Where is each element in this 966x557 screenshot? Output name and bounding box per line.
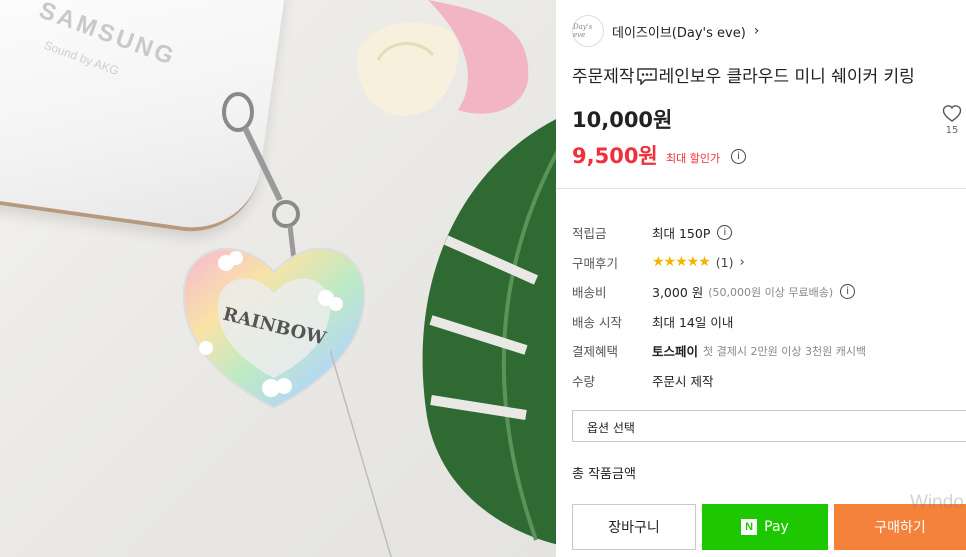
naver-pay-button[interactable]: N Pay xyxy=(702,504,828,550)
info-label: 적립금 xyxy=(572,226,607,242)
info-row-points: 적립금 최대 150P i xyxy=(572,218,962,248)
info-value[interactable]: ★★★★★ (1) › xyxy=(652,254,745,270)
total-price-label: 총 작품금액 xyxy=(572,467,636,482)
original-price: 10,000원 xyxy=(572,108,673,132)
ship-start-value: 최대 14일 이내 xyxy=(652,314,734,330)
string-illustration xyxy=(330,350,392,557)
product-image[interactable]: SAMSUNG Sound by AKG RAINBOW xyxy=(0,0,556,557)
product-info-table: 적립금 최대 150P i 구매후기 ★★★★★ (1) › 배송비 3,000… xyxy=(572,218,962,395)
shop-logo[interactable]: Day's eve xyxy=(572,15,604,47)
heart-icon[interactable] xyxy=(942,104,962,124)
wishlist-button[interactable]: 15 xyxy=(940,104,964,136)
info-row-shipping: 배송비 3,000 원 (50,000원 이상 무료배송) i xyxy=(572,277,962,307)
info-row-quantity: 수량 주문시 제작 xyxy=(572,366,962,396)
info-icon[interactable]: i xyxy=(840,284,856,300)
review-count[interactable]: (1) xyxy=(716,255,734,270)
product-title: 주문제작 레인보우 클라우드 미니 쉐이커 키링 xyxy=(572,62,915,87)
info-value: 토스페이 첫 결제시 2만원 이상 3천원 캐시백 xyxy=(652,341,866,360)
info-label: 배송비 xyxy=(572,285,607,301)
info-label: 결제혜택 xyxy=(572,344,619,360)
points-value: 최대 150P xyxy=(652,226,711,242)
info-icon[interactable]: i xyxy=(731,149,746,164)
shop-link[interactable]: Day's eve 데이즈이브(Day's eve) › xyxy=(572,14,759,48)
title-main: 레인보우 클라우드 미니 쉐이커 키링 xyxy=(658,67,915,87)
payment-benefit-note: 첫 결제시 2만원 이상 3천원 캐시백 xyxy=(703,344,867,358)
chevron-right-icon[interactable]: › xyxy=(739,255,744,270)
monstera-leaf-illustration xyxy=(422,119,556,545)
info-row-payment-benefit: 결제혜택 토스페이 첫 결제시 2만원 이상 3천원 캐시백 xyxy=(572,336,962,366)
divider xyxy=(556,188,966,189)
quantity-value: 주문시 제작 xyxy=(652,373,714,389)
shop-name[interactable]: 데이즈이브(Day's eve) xyxy=(612,22,746,41)
product-info-panel: Day's eve 데이즈이브(Day's eve) › 주문제작 레인보우 클… xyxy=(556,0,966,557)
chat-bubble-icon xyxy=(636,67,657,85)
add-to-cart-button[interactable]: 장바구니 xyxy=(572,504,696,550)
windows-watermark: Windo xyxy=(910,492,964,513)
info-label: 배송 시작 xyxy=(572,314,622,330)
sale-price: 9,500원 xyxy=(572,144,658,168)
naver-pay-label: Pay xyxy=(764,519,789,535)
info-row-reviews[interactable]: 구매후기 ★★★★★ (1) › xyxy=(572,248,962,278)
chevron-right-icon[interactable]: › xyxy=(754,23,760,39)
shipping-value: 3,000 원 xyxy=(652,285,704,301)
info-label: 구매후기 xyxy=(572,255,619,271)
wish-count: 15 xyxy=(945,125,959,136)
info-label: 수량 xyxy=(572,373,596,389)
info-row-ship-start: 배송 시작 최대 14일 이내 xyxy=(572,307,962,337)
shipping-note: (50,000원 이상 무료배송) xyxy=(708,285,834,299)
info-icon[interactable]: i xyxy=(717,225,733,241)
payment-benefit-value: 토스페이 xyxy=(652,344,699,360)
star-icon: ★★★★★ xyxy=(652,254,711,271)
naver-n-icon: N xyxy=(741,519,758,535)
info-value: 3,000 원 (50,000원 이상 무료배송) i xyxy=(652,282,856,301)
title-prefix: 주문제작 xyxy=(572,67,635,87)
info-value: 최대 150P i xyxy=(652,223,733,242)
discount-label: 최대 할인가 xyxy=(666,152,721,165)
option-select[interactable]: 옵션 선택 xyxy=(572,410,966,442)
